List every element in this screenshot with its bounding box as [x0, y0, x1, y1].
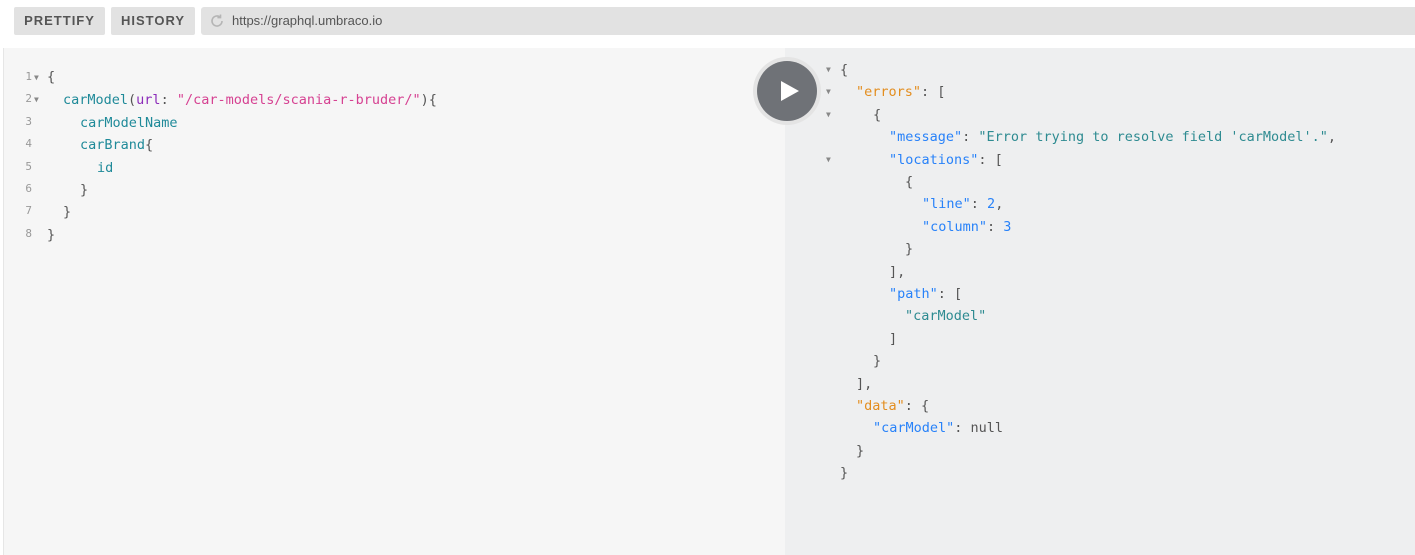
json-text: :	[970, 196, 988, 212]
result-line: ]	[889, 328, 897, 350]
fold-arrow-icon[interactable]: ▼	[826, 149, 831, 171]
json-string: "Error trying to resolve field 'carModel…	[978, 129, 1328, 145]
line-number: 7	[25, 204, 32, 217]
json-key: "column"	[922, 219, 988, 235]
fold-arrow-icon[interactable]: ▼	[34, 67, 39, 89]
code-text: {	[47, 69, 56, 85]
result-line: "path": [	[889, 283, 962, 305]
json-text: {	[840, 62, 849, 78]
result-line: "locations": [	[889, 149, 1003, 171]
result-line: }	[840, 462, 848, 484]
result-line: ],	[856, 373, 872, 395]
json-string: "carModel"	[905, 308, 987, 324]
result-viewer: ▼ ▼ ▼ ▼ { "errors": [ { "message": "Erro…	[785, 48, 1415, 555]
code-text: carBrand	[80, 137, 146, 153]
query-line: {	[47, 66, 55, 88]
result-line: }	[873, 350, 881, 372]
result-line: "carModel"	[905, 305, 986, 327]
line-number: 5	[25, 160, 32, 173]
fold-arrow-icon[interactable]: ▼	[826, 81, 831, 103]
code-text: }	[47, 227, 56, 243]
json-text: {	[873, 107, 882, 123]
result-line: "column": 3	[922, 216, 1011, 238]
line-number: 3	[25, 115, 32, 128]
result-line: {	[905, 171, 913, 193]
result-line: "carModel": null	[873, 417, 1003, 439]
json-key: "message"	[889, 129, 963, 145]
json-key: "locations"	[889, 152, 979, 168]
result-line: "errors": [	[856, 81, 945, 103]
json-text: : [	[978, 152, 1003, 168]
refresh-icon[interactable]	[209, 13, 225, 29]
json-text: }	[905, 241, 914, 257]
code-text: url	[136, 92, 161, 108]
line-number: 1	[25, 70, 32, 83]
json-text: ],	[856, 376, 873, 392]
json-text: : {	[904, 398, 930, 414]
code-text: }	[63, 204, 72, 220]
json-number: 3	[1003, 219, 1012, 235]
json-text: :	[954, 420, 971, 436]
query-editor[interactable]: 1 ▼ 2 ▼ 3 4 5 6 7 8 { carModel(url: "/ca…	[4, 48, 785, 555]
json-text: {	[905, 174, 914, 190]
code-text: }	[80, 182, 89, 198]
endpoint-url-bar[interactable]: https://graphql.umbraco.io	[201, 7, 1415, 35]
query-line: carModel(url: "/car-models/scania-r-brud…	[63, 89, 437, 111]
fold-arrow-icon[interactable]: ▼	[826, 59, 831, 81]
json-key: "path"	[889, 286, 938, 302]
result-line: }	[905, 238, 913, 260]
code-text: carModelName	[80, 115, 178, 131]
code-text: (	[128, 92, 137, 108]
result-line: "data": {	[856, 395, 929, 417]
query-line: id	[97, 157, 113, 179]
query-line: }	[80, 179, 88, 201]
query-line: }	[63, 201, 71, 223]
json-number: 2	[987, 196, 996, 212]
result-line: {	[873, 104, 881, 126]
json-text: ,	[1327, 129, 1337, 145]
json-text: ,	[995, 196, 1004, 212]
line-number: 4	[25, 137, 32, 150]
json-text: :	[962, 129, 979, 145]
json-text: ],	[889, 264, 906, 280]
prettify-button[interactable]: PRETTIFY	[14, 7, 105, 35]
json-null: null	[970, 420, 1004, 436]
json-key: "errors"	[856, 84, 922, 100]
execute-query-button[interactable]	[757, 61, 817, 121]
query-line: carBrand{	[80, 134, 153, 156]
json-text: }	[873, 353, 882, 369]
json-text: : [	[937, 286, 963, 302]
code-text: {	[145, 137, 154, 153]
code-text: id	[97, 160, 114, 176]
fold-arrow-icon[interactable]: ▼	[826, 104, 831, 126]
result-line: "line": 2,	[922, 193, 1003, 215]
line-number: 6	[25, 182, 32, 195]
code-text: carModel	[63, 92, 129, 108]
json-key: "data"	[856, 398, 905, 414]
play-icon	[781, 81, 799, 101]
json-text: }	[856, 443, 865, 459]
result-line: ],	[889, 261, 905, 283]
fold-arrow-icon[interactable]: ▼	[34, 89, 39, 111]
result-line: {	[840, 59, 848, 81]
json-text: :	[987, 219, 1004, 235]
code-text: ){	[420, 92, 437, 108]
endpoint-url[interactable]: https://graphql.umbraco.io	[232, 7, 382, 35]
json-key: "line"	[922, 196, 971, 212]
result-line: "message": "Error trying to resolve fiel…	[889, 126, 1336, 148]
line-number: 2	[25, 92, 32, 105]
json-text: : [	[921, 84, 946, 100]
history-button[interactable]: HISTORY	[111, 7, 195, 35]
query-line: carModelName	[80, 112, 178, 134]
code-text: "/car-models/scania-r-bruder/"	[176, 92, 421, 108]
json-text: }	[840, 465, 849, 481]
query-line: }	[47, 224, 55, 246]
toolbar: PRETTIFY HISTORY https://graphql.umbraco…	[0, 0, 1415, 48]
code-text: :	[160, 92, 177, 108]
line-number: 8	[25, 227, 32, 240]
result-line: }	[856, 440, 864, 462]
json-text: ]	[889, 331, 898, 347]
json-key: "carModel"	[873, 420, 955, 436]
